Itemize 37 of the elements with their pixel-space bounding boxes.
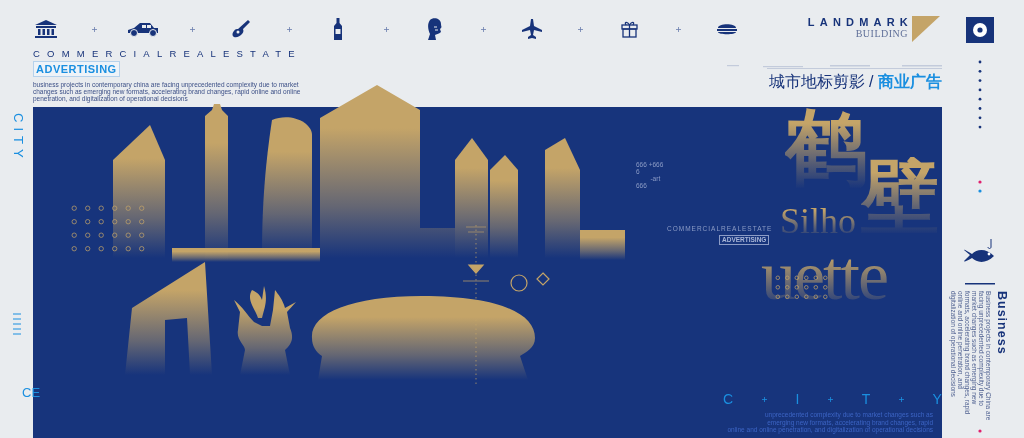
- plus-icon: [578, 26, 584, 32]
- gift-icon: [620, 20, 638, 38]
- bottle-icon: [332, 18, 343, 40]
- dot-icon: [977, 429, 982, 433]
- car-icon: [126, 21, 161, 37]
- brand-subtitle: BUILDING: [855, 28, 908, 39]
- footer-letter: C: [723, 391, 734, 407]
- logo-icon: [965, 17, 994, 43]
- plus-icon: [828, 396, 834, 402]
- dot-icon: [977, 189, 982, 193]
- advertising-badge: ADVERTISING: [33, 61, 120, 77]
- plus-icon: [481, 26, 487, 32]
- sidebar-heading: Business: [995, 291, 1009, 355]
- plus-icon: [675, 26, 681, 32]
- corner-triangle-icon: [912, 16, 940, 42]
- plus-icon: [286, 26, 292, 32]
- city-vertical-label: CITY: [11, 113, 26, 163]
- footer-letter: T: [861, 391, 871, 407]
- footer-letter: Y: [932, 391, 942, 407]
- plus-icon: [761, 396, 767, 402]
- man-head-icon: [427, 18, 444, 40]
- dotted-line-drawing: [977, 60, 982, 130]
- intro-heading: COMMERCIALREALESTATE: [33, 48, 302, 59]
- burger-icon: [715, 22, 738, 36]
- ring-grid-drawing: [775, 275, 829, 300]
- brand-title: LANDMARK: [807, 16, 913, 28]
- tagline: 城市地标剪影 / 商业广告: [768, 73, 942, 91]
- plus-icon: [92, 26, 98, 32]
- bank-icon: [35, 20, 58, 38]
- airplane-icon: [522, 19, 543, 39]
- rule-line: [964, 283, 995, 285]
- dot-icon: [977, 180, 982, 184]
- plus-icon: [189, 26, 195, 32]
- tick-marks-icon: [12, 312, 21, 335]
- plus-icon: [898, 396, 904, 402]
- footer-letter: I: [795, 391, 800, 407]
- plus-icon: [383, 26, 389, 32]
